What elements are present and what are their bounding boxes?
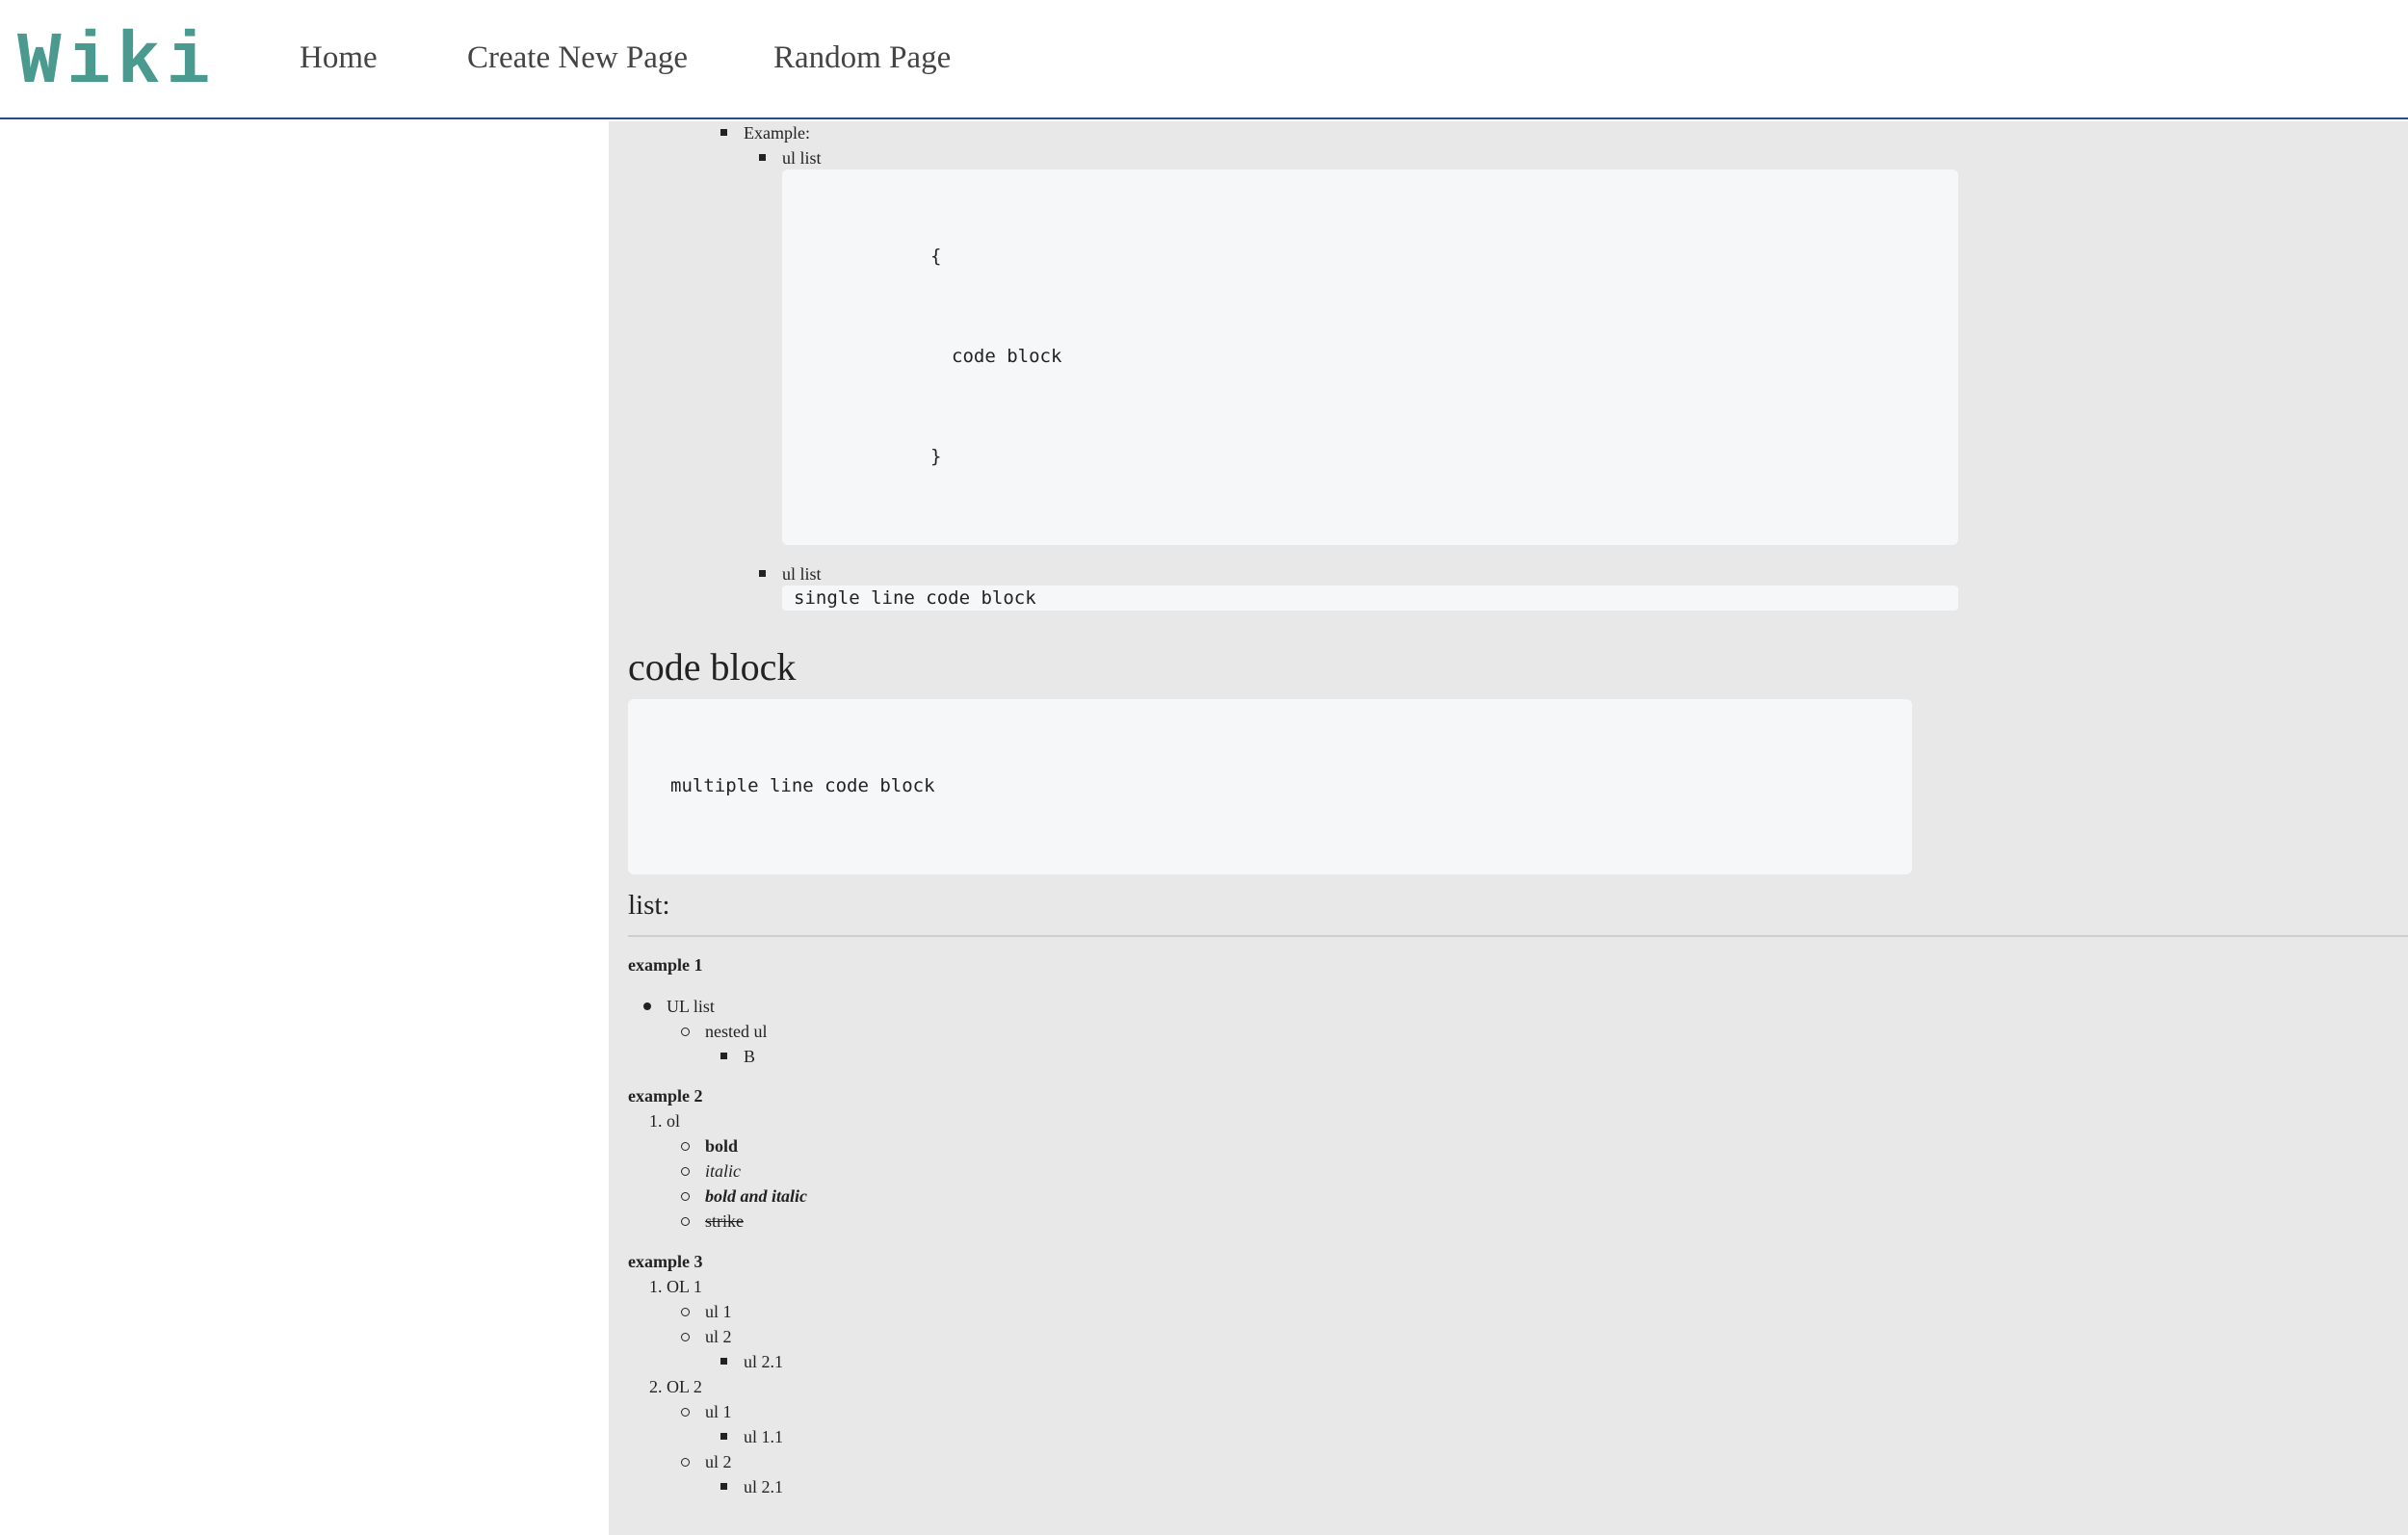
ul-list-label: ul list (782, 148, 822, 168)
list-item: nested ul (705, 1022, 768, 1041)
list-heading: list: (628, 890, 670, 921)
nav-random-page-link[interactable]: Random Page (773, 37, 951, 79)
bullet-circle (681, 1458, 690, 1467)
list-item: 2. OL 2 (649, 1377, 702, 1396)
code-line: single line code block (794, 587, 1036, 609)
wiki-logo[interactable]: Wiki (17, 19, 216, 106)
ul-list-label: ul list (782, 564, 822, 584)
bullet-circle (681, 1217, 690, 1226)
list-item: ul 2.1 (744, 1352, 784, 1371)
nav-create-new-page-link[interactable]: Create New Page (467, 37, 688, 79)
list-item: ul 2.1 (744, 1477, 784, 1496)
bullet-circle (681, 1308, 690, 1316)
heading-divider (628, 935, 2408, 937)
bullet-square (720, 1433, 727, 1440)
bullet-square (759, 570, 766, 577)
code-block-multiline: multiple line code block (628, 699, 1912, 874)
code-line: multiple line code block (670, 775, 935, 796)
list-item: ul 2 (705, 1327, 732, 1346)
bullet-square (720, 129, 727, 136)
sidebar (0, 121, 609, 1535)
bullet-circle (681, 1333, 690, 1341)
list-item-italic: italic (705, 1161, 741, 1181)
list-item: 1. OL 1 (649, 1277, 702, 1296)
nav-home-link[interactable]: Home (300, 37, 378, 79)
list-item: ul 1.1 (744, 1427, 784, 1446)
example2-title: example 2 (628, 1086, 703, 1106)
bullet-circle (681, 1142, 690, 1151)
list-item: ul 2 (705, 1452, 732, 1471)
single-line-code-block: single line code block (782, 585, 1958, 611)
example1-title: example 1 (628, 955, 703, 975)
code-block-nested: { code block } (782, 169, 1958, 545)
bullet-square (720, 1053, 727, 1059)
top-navbar: Wiki Home Create New Page Random Page (0, 0, 2408, 119)
bullet-circle (681, 1192, 690, 1201)
bullet-square (720, 1358, 727, 1365)
example3-title: example 3 (628, 1252, 703, 1271)
code-line: code block (952, 346, 1062, 367)
list-item: B (744, 1047, 756, 1066)
example-label: Example: (744, 123, 810, 143)
bullet-circle (681, 1408, 690, 1417)
bullet-square (759, 154, 766, 161)
page-content: Example: ul list { code block } ul list … (609, 121, 2408, 1535)
code-line: { (930, 246, 942, 267)
list-item: ul 1 (705, 1402, 732, 1421)
code-block-heading: code block (628, 645, 797, 689)
list-item: ul 1 (705, 1302, 732, 1321)
list-item-bold-italic: bold and italic (705, 1186, 808, 1206)
list-item: 1. ol (649, 1111, 681, 1131)
bullet-circle (681, 1167, 690, 1176)
code-line: } (930, 446, 942, 467)
bullet-disc (643, 1002, 651, 1010)
bullet-circle (681, 1028, 690, 1036)
list-item-strike: strike (705, 1211, 744, 1231)
list-item-bold: bold (705, 1136, 739, 1156)
list-item: UL list (667, 997, 715, 1016)
bullet-square (720, 1483, 727, 1490)
